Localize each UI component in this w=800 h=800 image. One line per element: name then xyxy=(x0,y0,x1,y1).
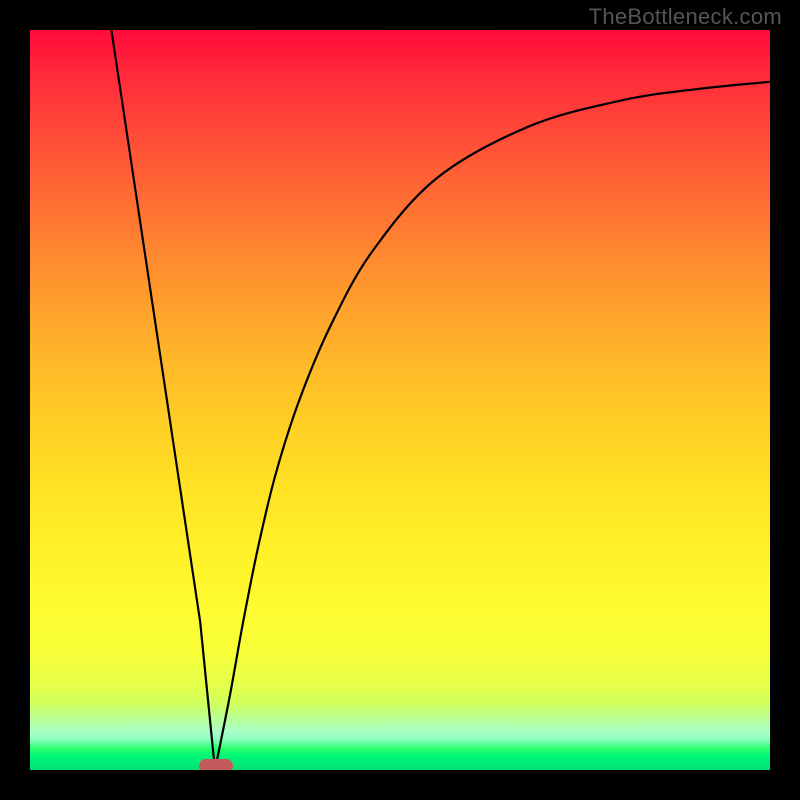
watermark-text: TheBottleneck.com xyxy=(589,4,782,30)
chart-frame: TheBottleneck.com xyxy=(0,0,800,800)
bottleneck-curve xyxy=(30,30,770,770)
optimal-point-marker xyxy=(199,759,233,770)
plot-area xyxy=(30,30,770,770)
